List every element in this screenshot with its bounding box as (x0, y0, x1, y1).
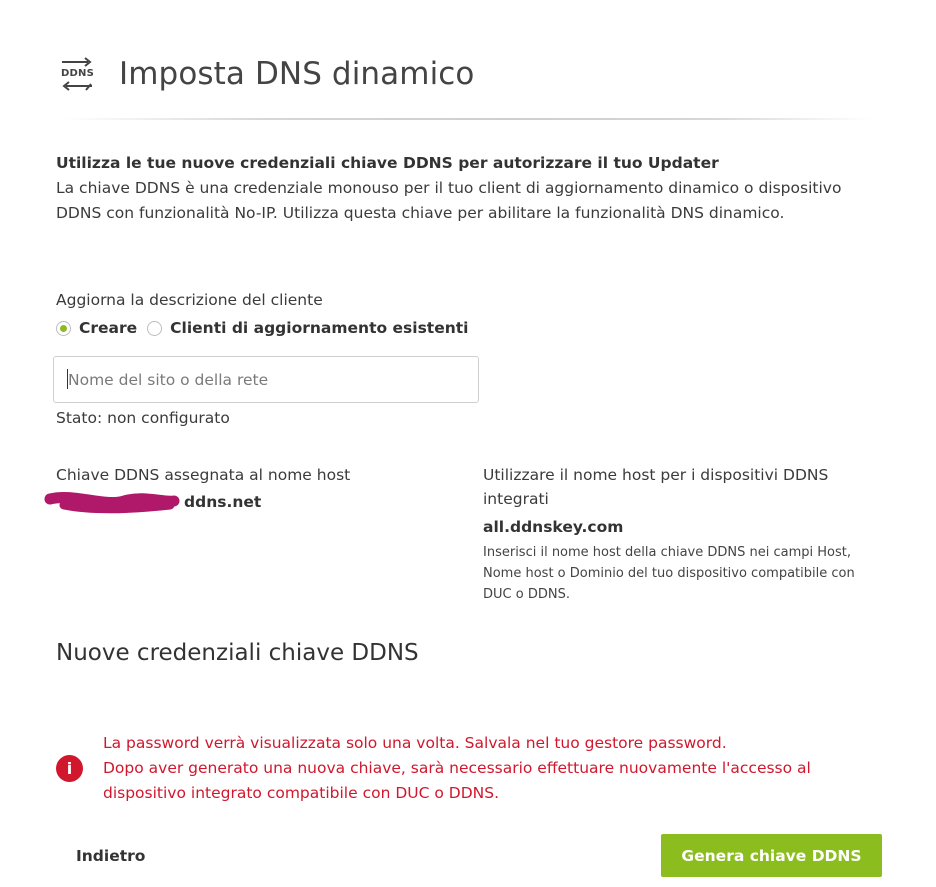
alert-line-2: Dopo aver generato una nuova chiave, sar… (103, 759, 811, 802)
hostname-domain: ddns.net (184, 493, 262, 511)
warning-alert: i La password verrà visualizzata solo un… (56, 731, 863, 806)
radio-existing-clients[interactable] (147, 320, 163, 336)
integrated-devices-section: Utilizzare il nome host per i dispositiv… (483, 463, 883, 605)
hostname-key-label: Chiave DDNS assegnata al nome host (56, 466, 351, 484)
page-header: DDNS Imposta DNS dinamico (58, 50, 475, 98)
client-radio-group: Creare Clienti di aggiornamento esistent… (56, 319, 479, 337)
info-icon: i (56, 755, 83, 782)
status-text: Stato: non configurato (56, 409, 230, 427)
integrated-devices-label: Utilizzare il nome host per i dispositiv… (483, 466, 829, 508)
ddns-icon: DDNS (58, 53, 96, 95)
client-description-label: Aggiorna la descrizione del cliente (56, 291, 323, 309)
intro-body: La chiave DDNS è una credenziale monouso… (56, 179, 842, 222)
alert-line-1: La password verrà visualizzata solo una … (103, 734, 727, 752)
radio-existing-clients-label[interactable]: Clienti di aggiornamento esistenti (170, 319, 468, 337)
radio-create[interactable] (56, 320, 71, 336)
intro-heading: Utilizza le tue nuove credenziali chiave… (56, 154, 719, 172)
page-title: Imposta DNS dinamico (119, 56, 475, 92)
radio-create-label[interactable]: Creare (79, 319, 137, 337)
radio-selected-dot (60, 324, 67, 332)
back-button[interactable]: Indietro (76, 847, 145, 865)
site-name-input[interactable] (53, 356, 479, 403)
integrated-help-text: Inserisci il nome host della chiave DDNS… (483, 545, 855, 602)
hostname-value: ddns.net (44, 491, 456, 513)
redaction-mark (44, 491, 184, 513)
hostname-key-section: Chiave DDNS assegnata al nome host ddns.… (44, 463, 456, 513)
generate-ddns-key-button[interactable]: Genera chiave DDNS (661, 834, 882, 877)
header-divider (64, 118, 872, 120)
text-caret (67, 369, 68, 389)
credentials-section-title: Nuove credenziali chiave DDNS (56, 640, 419, 666)
ddns-icon-text: DDNS (61, 68, 94, 79)
integrated-host-value: all.ddnskey.com (483, 518, 624, 536)
intro-section: Utilizza le tue nuove credenziali chiave… (56, 151, 876, 226)
